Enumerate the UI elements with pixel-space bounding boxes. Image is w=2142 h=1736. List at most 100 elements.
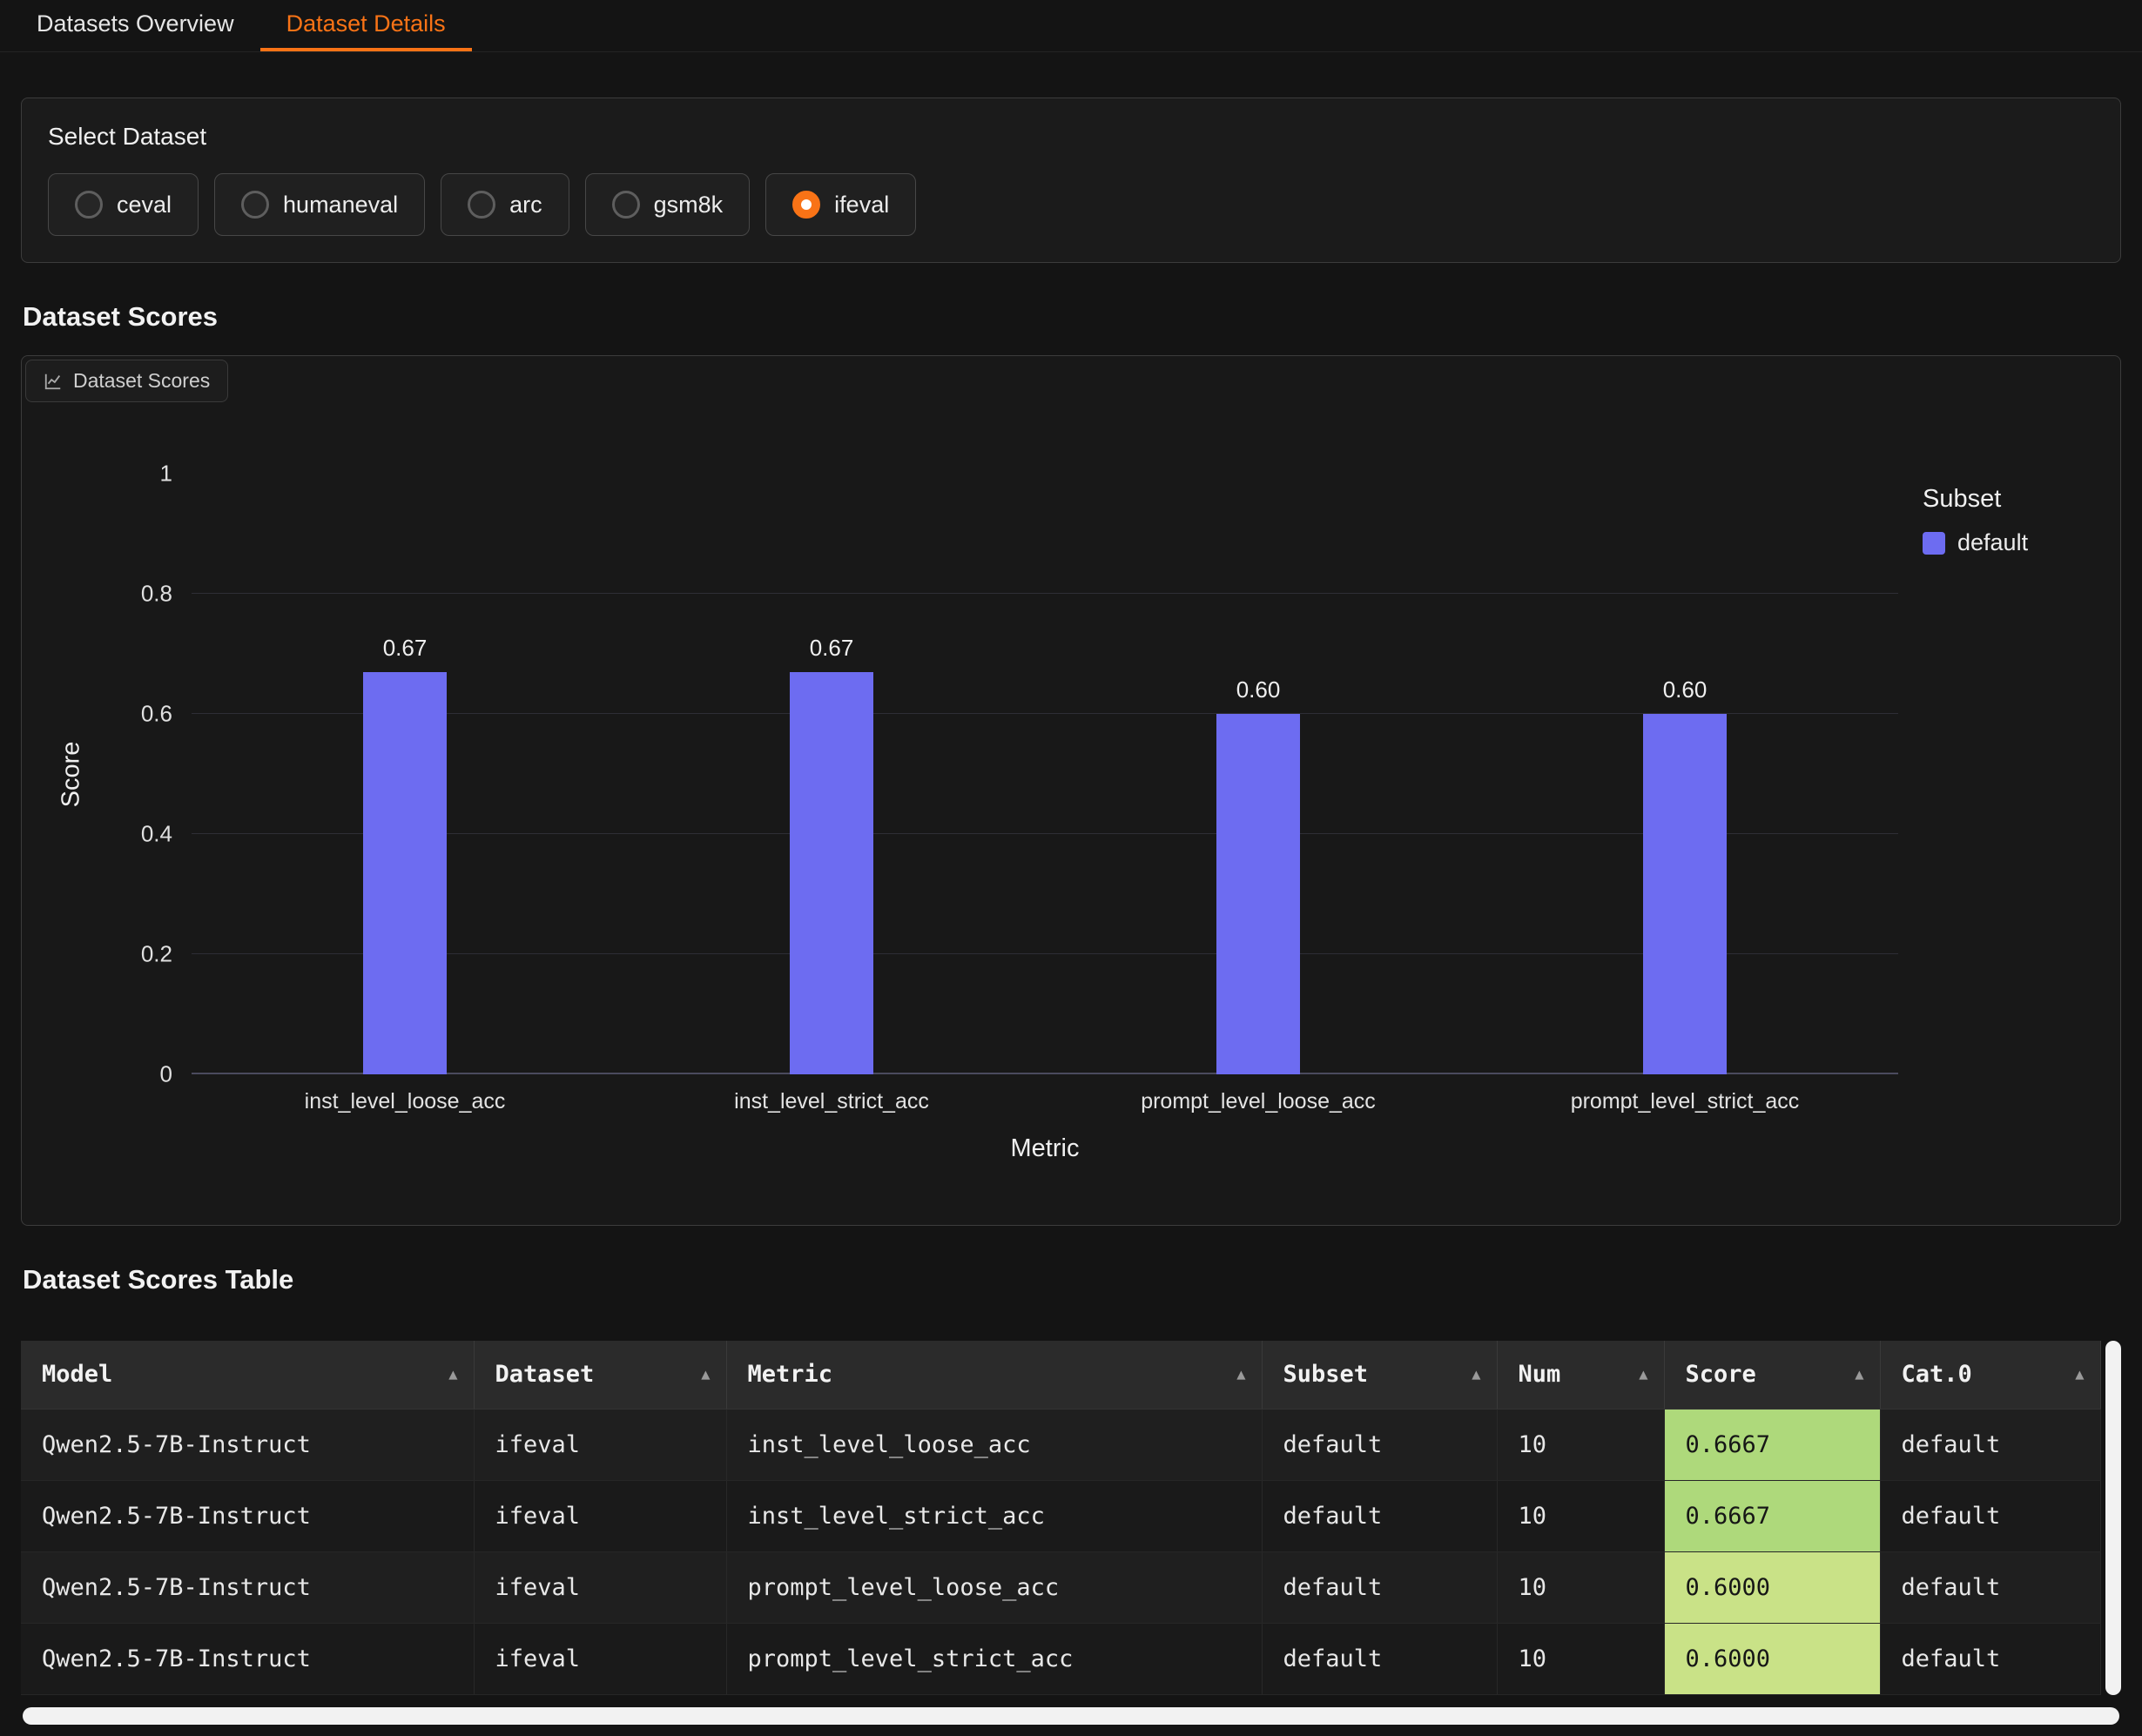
column-header-num[interactable]: Num▲	[1497, 1341, 1664, 1409]
x-tick-label: prompt_level_loose_acc	[1045, 1089, 1472, 1114]
radio-icon	[612, 191, 640, 219]
cell-score: 0.6667	[1664, 1480, 1880, 1551]
table-row: Qwen2.5-7B-Instruct ifeval inst_level_lo…	[21, 1409, 2100, 1480]
y-tick-label: 0.2	[141, 941, 172, 968]
scores-heading: Dataset Scores	[23, 301, 2142, 333]
x-tick-labels: inst_level_loose_acc inst_level_strict_a…	[192, 1089, 1898, 1119]
y-tick-label: 0.4	[141, 821, 172, 848]
radio-label: arc	[509, 192, 542, 219]
cell-metric: inst_level_strict_acc	[726, 1480, 1262, 1551]
cell-num: 10	[1497, 1409, 1664, 1480]
column-header-metric[interactable]: Metric▲	[726, 1341, 1262, 1409]
cell-score: 0.6000	[1664, 1551, 1880, 1623]
y-tick-label: 0.8	[141, 581, 172, 608]
cell-dataset: ifeval	[474, 1623, 726, 1694]
y-tick-label: 0	[160, 1061, 172, 1088]
sort-icon[interactable]: ▲	[2075, 1366, 2084, 1383]
legend-entry-default[interactable]: default	[1923, 529, 2028, 556]
cell-num: 10	[1497, 1623, 1664, 1694]
cell-model: Qwen2.5-7B-Instruct	[21, 1623, 474, 1694]
legend-swatch-icon	[1923, 532, 1945, 555]
radio-option-gsm8k[interactable]: gsm8k	[585, 173, 751, 236]
bar-inst-level-strict-acc: 0.67	[790, 672, 873, 1074]
dataset-scores-table: Model▲ Dataset▲ Metric▲ Subset▲ Num▲ Sco…	[21, 1341, 2121, 1695]
cell-model: Qwen2.5-7B-Instruct	[21, 1409, 474, 1480]
radio-label: ifeval	[834, 192, 889, 219]
bar-inst-level-loose-acc: 0.67	[363, 672, 447, 1074]
bar-slot: 0.67	[192, 474, 618, 1074]
bar-prompt-level-loose-acc: 0.60	[1216, 714, 1300, 1074]
cell-subset: default	[1262, 1623, 1497, 1694]
table-heading: Dataset Scores Table	[23, 1264, 2142, 1295]
column-header-dataset[interactable]: Dataset▲	[474, 1341, 726, 1409]
sort-icon[interactable]: ▲	[1236, 1366, 1245, 1383]
bar-value-label: 0.67	[383, 635, 428, 662]
vertical-scrollbar[interactable]	[2105, 1341, 2121, 1695]
radio-icon	[468, 191, 495, 219]
cell-metric: prompt_level_loose_acc	[726, 1551, 1262, 1623]
x-tick-label: prompt_level_strict_acc	[1472, 1089, 1898, 1114]
sort-icon[interactable]: ▲	[448, 1366, 457, 1383]
radio-option-humaneval[interactable]: humaneval	[214, 173, 425, 236]
table-header-row: Model▲ Dataset▲ Metric▲ Subset▲ Num▲ Sco…	[21, 1341, 2100, 1409]
y-axis-title: Score	[51, 474, 91, 1074]
cell-subset: default	[1262, 1409, 1497, 1480]
bar-slot: 0.60	[1045, 474, 1472, 1074]
table-row: Qwen2.5-7B-Instruct ifeval prompt_level_…	[21, 1623, 2100, 1694]
tab-bar: Datasets Overview Dataset Details	[0, 0, 2142, 52]
cell-metric: prompt_level_strict_acc	[726, 1623, 1262, 1694]
cell-score: 0.6667	[1664, 1409, 1880, 1480]
radio-option-arc[interactable]: arc	[441, 173, 569, 236]
table-row: Qwen2.5-7B-Instruct ifeval prompt_level_…	[21, 1551, 2100, 1623]
chart-panel-label: Dataset Scores	[25, 360, 228, 402]
tab-dataset-details[interactable]: Dataset Details	[260, 0, 472, 51]
cell-dataset: ifeval	[474, 1480, 726, 1551]
bar-prompt-level-strict-acc: 0.60	[1643, 714, 1727, 1074]
radio-label: ceval	[117, 192, 172, 219]
tab-datasets-overview[interactable]: Datasets Overview	[10, 0, 260, 51]
sort-icon[interactable]: ▲	[701, 1366, 710, 1383]
legend-title: Subset	[1923, 485, 2028, 514]
sort-icon[interactable]: ▲	[1855, 1366, 1863, 1383]
bar-value-label: 0.60	[1236, 676, 1281, 703]
dataset-radio-group: ceval humaneval arc gsm8k ifeval	[48, 173, 2094, 236]
cell-subset: default	[1262, 1551, 1497, 1623]
radio-icon	[75, 191, 103, 219]
chart-icon	[44, 372, 63, 391]
cell-num: 10	[1497, 1480, 1664, 1551]
sort-icon[interactable]: ▲	[1472, 1366, 1480, 1383]
bar-chart-plot-area: 0 0.2 0.4 0.6 0.8 1 0.67 0.67 0.60 0.60	[192, 474, 1898, 1074]
column-header-score[interactable]: Score▲	[1664, 1341, 1880, 1409]
column-header-cat0[interactable]: Cat.0▲	[1880, 1341, 2100, 1409]
radio-label: gsm8k	[654, 192, 724, 219]
bar-slot: 0.67	[618, 474, 1045, 1074]
chart-panel-label-text: Dataset Scores	[73, 369, 210, 393]
column-header-subset[interactable]: Subset▲	[1262, 1341, 1497, 1409]
cell-metric: inst_level_loose_acc	[726, 1409, 1262, 1480]
chart-legend: Subset default	[1923, 485, 2028, 556]
cell-dataset: ifeval	[474, 1409, 726, 1480]
cell-cat0: default	[1880, 1551, 2100, 1623]
x-tick-label: inst_level_strict_acc	[618, 1089, 1045, 1114]
y-tick-label: 0.6	[141, 701, 172, 728]
legend-entry-label: default	[1957, 529, 2028, 556]
sort-icon[interactable]: ▲	[1639, 1366, 1647, 1383]
radio-option-ifeval[interactable]: ifeval	[765, 173, 916, 236]
table-row: Qwen2.5-7B-Instruct ifeval inst_level_st…	[21, 1480, 2100, 1551]
radio-label: humaneval	[283, 192, 398, 219]
x-tick-label: inst_level_loose_acc	[192, 1089, 618, 1114]
y-tick-label: 1	[160, 461, 172, 488]
column-header-model[interactable]: Model▲	[21, 1341, 474, 1409]
cell-score: 0.6000	[1664, 1623, 1880, 1694]
cell-cat0: default	[1880, 1480, 2100, 1551]
select-dataset-panel: Select Dataset ceval humaneval arc gsm8k…	[21, 98, 2121, 263]
cell-num: 10	[1497, 1551, 1664, 1623]
cell-cat0: default	[1880, 1409, 2100, 1480]
select-dataset-label: Select Dataset	[48, 123, 2094, 151]
dataset-scores-chart-panel: Dataset Scores Score 0 0.2 0.4 0.6 0.8 1…	[21, 355, 2121, 1226]
radio-option-ceval[interactable]: ceval	[48, 173, 199, 236]
cell-cat0: default	[1880, 1623, 2100, 1694]
horizontal-scrollbar[interactable]	[23, 1707, 2119, 1725]
bar-value-label: 0.60	[1663, 676, 1708, 703]
x-axis-title: Metric	[192, 1134, 1898, 1163]
